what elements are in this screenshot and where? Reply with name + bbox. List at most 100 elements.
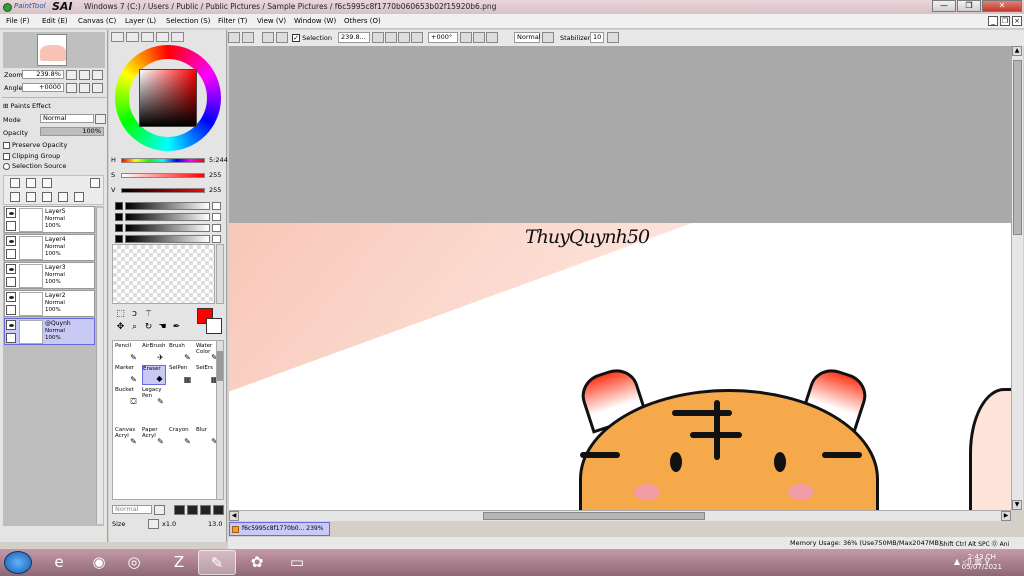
saturation-value-square[interactable] [139,69,197,127]
move-icon[interactable]: ✥ [115,322,126,333]
doc-restore-button[interactable]: ❐ [1000,16,1010,26]
lasso-icon[interactable]: ↄ [129,309,140,320]
rect-select-icon[interactable]: ⬚ [115,309,126,320]
tool-grid-scrollbar[interactable] [216,340,224,500]
brush-shape-4-icon[interactable] [213,505,224,515]
drawing-paper[interactable]: ThuyQuynh50 [229,223,1011,510]
hue-wheel[interactable] [115,45,221,151]
saturation-slider[interactable] [121,173,205,178]
color-mixer[interactable] [115,202,221,246]
layer-item[interactable]: Layer2 Normal 100% [4,290,95,317]
tool-pencil[interactable]: Pencil ✎ [115,343,139,363]
background-color-swatch[interactable] [206,318,222,334]
tool-paper-acryl[interactable]: Paper Acryl ✎ [142,427,166,447]
chrome-icon[interactable]: ◎ [115,550,153,575]
undo-button[interactable] [228,32,240,43]
zoom-field[interactable]: 239.8... [338,32,370,43]
new-folder-icon[interactable] [42,178,52,188]
paint-icon[interactable]: ✿ [238,550,276,575]
menu-filter[interactable]: Filter (T) [218,17,247,25]
start-button[interactable] [4,551,32,574]
blend-mode-dropdown-button[interactable] [95,114,106,124]
blend-mode-select[interactable]: Normal [40,114,94,123]
hsv-sliders-tab-icon[interactable] [156,32,169,42]
zalo-icon[interactable]: Z [160,550,198,575]
layer-scrollbar[interactable] [96,208,103,524]
menu-selection[interactable]: Selection (S) [166,17,210,25]
rotate-right-button[interactable] [473,32,485,43]
document-tab[interactable]: f6c5995c8f1770b0... 239% [229,522,330,536]
menu-window[interactable]: Window (W) [294,17,336,25]
value-slider[interactable] [121,188,205,193]
layer-item[interactable]: Layer4 Normal 100% [4,234,95,261]
transfer-down-icon[interactable] [26,192,36,202]
tool-marker[interactable]: Marker ✎ [115,365,139,385]
tool-airbrush[interactable]: AirBrush ✈ [142,343,166,363]
visibility-eye-icon[interactable] [6,264,16,274]
color-sliders-tab-icon[interactable] [126,32,139,42]
nav-rotate-left-button[interactable] [66,83,77,93]
brush-shape-2-icon[interactable] [187,505,198,515]
close-button[interactable]: ✕ [982,0,1022,12]
visibility-eye-icon[interactable] [6,236,16,246]
painttool-sai-icon[interactable]: ✎ [198,550,236,575]
scroll-left-icon[interactable]: ◀ [229,511,239,521]
scratch-pad[interactable] [112,244,215,304]
layer-lock-icon[interactable] [6,277,16,287]
scratch-pad-scrollbar[interactable] [216,244,224,304]
nav-zoom-in-button[interactable] [79,70,90,80]
tool-eraser[interactable]: Eraser ◆ [142,365,166,385]
navigator[interactable] [3,32,105,68]
tool-brush[interactable]: Brush ✎ [169,343,193,363]
deselect-button[interactable] [262,32,274,43]
brush-shape-3-icon[interactable] [200,505,211,515]
preserve-opacity-checkbox[interactable]: Preserve Opacity [3,141,67,149]
rotate-reset-button[interactable] [486,32,498,43]
clock[interactable]: 2:43 CH 05/07/2021 [962,552,1002,572]
zoom-reset-button[interactable] [411,32,423,43]
tool-selpen[interactable]: SelPen ▦ [169,365,193,385]
merge-down-icon[interactable] [42,192,52,202]
zoom-in-button[interactable] [398,32,410,43]
invert-selection-button[interactable] [276,32,288,43]
redo-button[interactable] [242,32,254,43]
nav-rotate-right-button[interactable] [79,83,90,93]
brush-mode-select[interactable]: Normal [112,505,152,514]
internet-explorer-icon[interactable]: e [40,550,78,575]
tool-legacy-pen[interactable]: Legacy Pen ✎ [142,387,166,407]
visibility-eye-icon[interactable] [6,208,16,218]
delete-layer-icon[interactable] [58,192,68,202]
zoom-icon[interactable]: ◉ [80,550,118,575]
layer-item[interactable]: Layer3 Normal 100% [4,262,95,289]
rotate-left-button[interactable] [460,32,472,43]
selection-source-radio[interactable]: Selection Source [3,162,66,170]
canvas-area[interactable]: ThuyQuynh50 [229,46,1011,510]
tool-crayon[interactable]: Crayon ✎ [169,427,193,447]
layer-lock-icon[interactable] [6,221,16,231]
maximize-button[interactable]: ❐ [957,0,981,12]
eyedropper-icon[interactable]: ✒ [171,322,182,333]
hand-icon[interactable]: ☚ [157,322,168,333]
nav-zoom-out-button[interactable] [66,70,77,80]
layer-item[interactable]: Layer5 Normal 100% [4,206,95,233]
menu-file[interactable]: File (F) [6,17,29,25]
stabilizer-field[interactable]: 10 [590,32,604,43]
tool-canvas-acryl[interactable]: Canvas Acryl ✎ [115,427,139,447]
layer-lock-icon[interactable] [6,249,16,259]
menu-edit[interactable]: Edit (E) [42,17,68,25]
hue-slider[interactable] [121,158,205,163]
new-linework-layer-icon[interactable] [26,178,36,188]
nav-rotate-reset-button[interactable] [92,83,103,93]
nav-angle-field[interactable]: +0000 [22,83,64,92]
horizontal-scroll-thumb[interactable] [483,512,705,520]
tool-bucket[interactable]: Bucket ⛋ [115,387,139,407]
doc-close-button[interactable]: × [1012,16,1022,26]
zoom-tool-icon[interactable]: ⌕ [129,322,140,333]
rotation-field[interactable]: +000° [428,32,458,43]
folder-icon[interactable]: ▭ [278,550,316,575]
swatches-tab-icon[interactable] [171,32,184,42]
layer-lock-icon[interactable] [6,333,16,343]
clipping-group-checkbox[interactable]: Clipping Group [3,152,60,160]
selection-checkbox[interactable]: ✓ [292,34,300,42]
scroll-down-icon[interactable]: ▼ [1012,500,1022,510]
